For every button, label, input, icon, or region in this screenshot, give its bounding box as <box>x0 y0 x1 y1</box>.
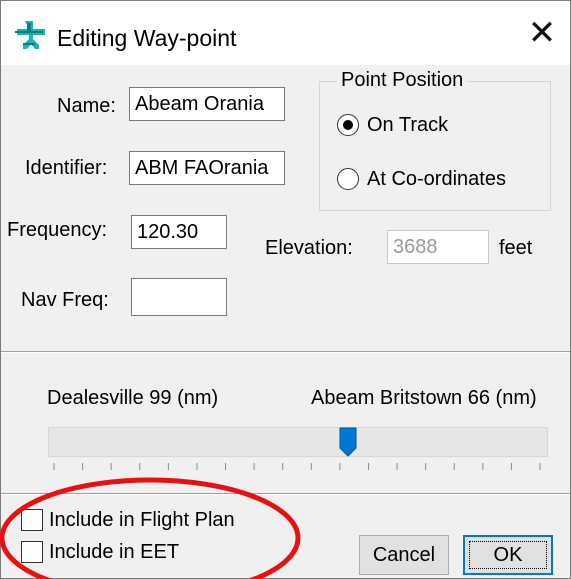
include-flight-plan-checkbox[interactable] <box>21 509 43 531</box>
dialog-title: Editing Way-point <box>57 25 237 51</box>
name-label: Name: <box>57 95 116 117</box>
nav-freq-label: Nav Freq: <box>21 289 109 311</box>
slider-right-label: Abeam Britstown 66 (nm) <box>311 387 537 409</box>
frequency-field[interactable]: 120.30 <box>131 215 227 249</box>
slider-left-label: Dealesville 99 (nm) <box>47 387 219 409</box>
identifier-field[interactable]: ABM FAOrania <box>129 151 285 185</box>
title-bar: Editing Way-point ✕ <box>1 1 570 65</box>
frequency-label: Frequency: <box>7 219 108 241</box>
cancel-button[interactable]: Cancel <box>359 535 449 575</box>
slider-ticks <box>53 463 541 470</box>
on-track-label[interactable]: On Track <box>367 114 448 137</box>
ok-button[interactable]: OK <box>463 535 553 575</box>
route-position-slider[interactable] <box>48 427 548 457</box>
at-coordinates-label[interactable]: At Co-ordinates <box>367 168 506 191</box>
close-button[interactable]: ✕ <box>514 1 570 65</box>
on-track-radio[interactable] <box>337 114 359 136</box>
elevation-field: 3688 <box>387 230 489 264</box>
point-position-group <box>319 81 551 211</box>
bottom-separator-highlight <box>1 494 570 495</box>
top-separator-highlight <box>1 352 570 353</box>
slider-thumb[interactable] <box>339 427 357 457</box>
include-flight-plan-label[interactable]: Include in Flight Plan <box>49 509 235 532</box>
include-eet-checkbox[interactable] <box>21 541 43 563</box>
include-eet-label[interactable]: Include in EET <box>49 541 179 564</box>
elevation-unit: feet <box>499 237 533 259</box>
identifier-label: Identifier: <box>25 157 108 179</box>
focus-rectangle <box>469 541 547 569</box>
editing-waypoint-dialog: Editing Way-point ✕ Name: Abeam Orania I… <box>0 0 571 579</box>
point-position-title: Point Position <box>337 69 468 92</box>
name-field[interactable]: Abeam Orania <box>129 87 285 121</box>
nav-freq-field[interactable] <box>131 278 227 316</box>
elevation-label: Elevation: <box>265 237 353 259</box>
at-coordinates-radio[interactable] <box>337 168 359 190</box>
aircraft-waypoint-icon <box>15 21 45 49</box>
